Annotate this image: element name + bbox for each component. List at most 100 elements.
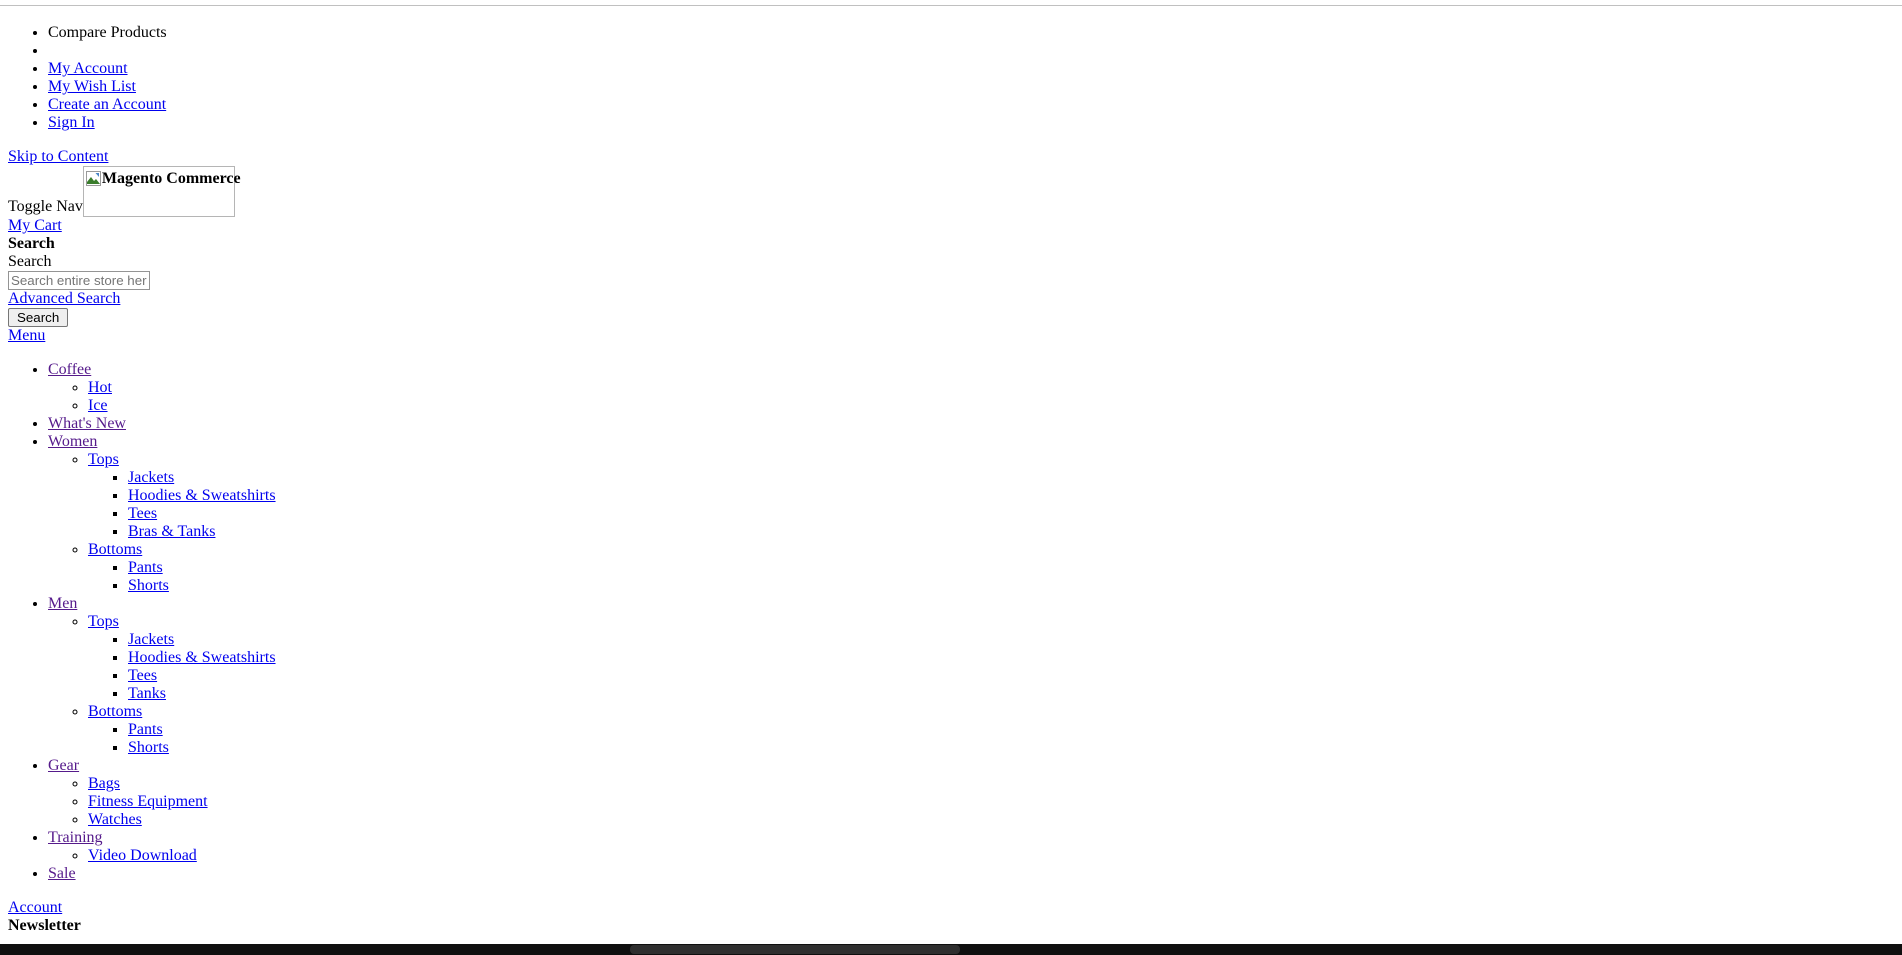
nav-item[interactable]: Ice: [88, 397, 1894, 415]
nav-link[interactable]: Tanks: [128, 685, 166, 702]
panel-item: [48, 42, 1894, 60]
nav-item[interactable]: Tanks: [128, 685, 1894, 703]
nav-item[interactable]: TopsJacketsHoodies & SweatshirtsTeesTank…: [88, 613, 1894, 703]
skip-to-content-link[interactable]: Skip to Content: [8, 148, 108, 165]
main-navigation: CoffeeHotIceWhat's NewWomenTopsJacketsHo…: [8, 361, 1894, 883]
nav-link[interactable]: Gear: [48, 757, 79, 774]
nav-link[interactable]: Ice: [88, 397, 108, 414]
nav-item[interactable]: BottomsPantsShorts: [88, 541, 1894, 595]
nav-link[interactable]: Jackets: [128, 469, 174, 486]
nav-link[interactable]: Jackets: [128, 631, 174, 648]
panel-item[interactable]: Sign In: [48, 114, 1894, 132]
toggle-nav-label[interactable]: Toggle Nav: [8, 198, 83, 217]
panel-item-link[interactable]: My Account: [48, 60, 128, 77]
nav-item[interactable]: Hoodies & Sweatshirts: [128, 487, 1894, 505]
panel-item-link[interactable]: My Wish List: [48, 78, 136, 95]
nav-link[interactable]: Video Download: [88, 847, 197, 864]
nav-item[interactable]: Hot: [88, 379, 1894, 397]
horizontal-scrollbar[interactable]: [0, 944, 1902, 955]
menu-link[interactable]: Menu: [8, 327, 45, 344]
search-button[interactable]: Search: [8, 308, 69, 327]
panel-item-label: Compare Products: [48, 24, 167, 41]
nav-link[interactable]: Tops: [88, 451, 119, 468]
nav-link[interactable]: Bras & Tanks: [128, 523, 215, 540]
nav-item[interactable]: BottomsPantsShorts: [88, 703, 1894, 757]
nav-item[interactable]: Sale: [48, 865, 1894, 883]
nav-item[interactable]: Pants: [128, 721, 1894, 739]
panel-item[interactable]: My Wish List: [48, 78, 1894, 96]
scrollbar-thumb[interactable]: [630, 945, 960, 954]
panel-item: Compare Products: [48, 24, 1894, 42]
nav-item[interactable]: WomenTopsJacketsHoodies & SweatshirtsTee…: [48, 433, 1894, 595]
header-logo-row: Toggle Nav Magento Commerce: [8, 166, 1894, 217]
my-cart-link[interactable]: My Cart: [8, 217, 62, 234]
nav-item[interactable]: TopsJacketsHoodies & SweatshirtsTeesBras…: [88, 451, 1894, 541]
nav-item[interactable]: Bras & Tanks: [128, 523, 1894, 541]
search-input[interactable]: [8, 271, 150, 290]
nav-link[interactable]: Tees: [128, 667, 157, 684]
nav-link[interactable]: Tees: [128, 505, 157, 522]
nav-sublist: PantsShorts: [88, 721, 1894, 757]
nav-item[interactable]: Jackets: [128, 469, 1894, 487]
nav-item[interactable]: What's New: [48, 415, 1894, 433]
nav-link[interactable]: Shorts: [128, 577, 169, 594]
nav-link[interactable]: Pants: [128, 559, 163, 576]
nav-item[interactable]: Shorts: [128, 577, 1894, 595]
nav-item[interactable]: Jackets: [128, 631, 1894, 649]
nav-link[interactable]: Fitness Equipment: [88, 793, 208, 810]
nav-item[interactable]: Tees: [128, 505, 1894, 523]
advanced-search-link[interactable]: Advanced Search: [8, 290, 120, 307]
unstyled-magento-page: Compare Products My AccountMy Wish ListCr…: [0, 0, 1902, 955]
nav-item[interactable]: Fitness Equipment: [88, 793, 1894, 811]
nav-item[interactable]: Video Download: [88, 847, 1894, 865]
nav-sublist: JacketsHoodies & SweatshirtsTeesTanks: [88, 631, 1894, 703]
nav-item[interactable]: GearBagsFitness EquipmentWatches: [48, 757, 1894, 829]
nav-link[interactable]: Shorts: [128, 739, 169, 756]
nav-sublist: Video Download: [48, 847, 1894, 865]
nav-sublist: JacketsHoodies & SweatshirtsTeesBras & T…: [88, 469, 1894, 541]
nav-link[interactable]: Bottoms: [88, 541, 142, 558]
panel-item[interactable]: Create an Account: [48, 96, 1894, 114]
nav-sublist: HotIce: [48, 379, 1894, 415]
logo-alt-text: Magento Commerce: [101, 170, 241, 187]
nav-link[interactable]: Training: [48, 829, 103, 846]
nav-item[interactable]: TrainingVideo Download: [48, 829, 1894, 865]
nav-link[interactable]: Sale: [48, 865, 76, 882]
panel-item-link[interactable]: Create an Account: [48, 96, 166, 113]
nav-link[interactable]: Watches: [88, 811, 142, 828]
menu-row: Menu: [8, 327, 1894, 345]
nav-item[interactable]: Tees: [128, 667, 1894, 685]
nav-sublist: TopsJacketsHoodies & SweatshirtsTeesTank…: [48, 613, 1894, 757]
nav-link[interactable]: Hot: [88, 379, 112, 396]
nav-sublist: BagsFitness EquipmentWatches: [48, 775, 1894, 829]
panel-item[interactable]: My Account: [48, 60, 1894, 78]
nav-item[interactable]: Pants: [128, 559, 1894, 577]
nav-link[interactable]: Women: [48, 433, 97, 450]
nav-item[interactable]: Bags: [88, 775, 1894, 793]
nav-link[interactable]: Bags: [88, 775, 120, 792]
nav-sublist: PantsShorts: [88, 559, 1894, 595]
nav-link[interactable]: Pants: [128, 721, 163, 738]
panel-item-link[interactable]: Sign In: [48, 114, 95, 131]
nav-link[interactable]: Bottoms: [88, 703, 142, 720]
nav-item[interactable]: Shorts: [128, 739, 1894, 757]
nav-link[interactable]: Men: [48, 595, 77, 612]
nav-item[interactable]: MenTopsJacketsHoodies & SweatshirtsTeesT…: [48, 595, 1894, 757]
broken-image-icon: Magento Commerce: [82, 166, 241, 217]
nav-item[interactable]: CoffeeHotIce: [48, 361, 1894, 415]
nav-item[interactable]: Hoodies & Sweatshirts: [128, 649, 1894, 667]
account-link[interactable]: Account: [8, 899, 62, 916]
nav-link[interactable]: What's New: [48, 415, 126, 432]
skip-to-content-row: Skip to Content: [8, 148, 1894, 166]
nav-link[interactable]: Coffee: [48, 361, 91, 378]
logo-link[interactable]: Magento Commerce: [82, 166, 241, 217]
search-button-row: Search: [8, 308, 1894, 327]
nav-item[interactable]: Watches: [88, 811, 1894, 829]
account-row: Account: [8, 899, 1894, 917]
nav-link[interactable]: Hoodies & Sweatshirts: [128, 649, 276, 666]
nav-link[interactable]: Hoodies & Sweatshirts: [128, 487, 276, 504]
search-input-row: [8, 271, 1894, 290]
newsletter-heading: Newsletter: [8, 917, 81, 934]
search-field-label: Search: [8, 253, 52, 270]
nav-link[interactable]: Tops: [88, 613, 119, 630]
